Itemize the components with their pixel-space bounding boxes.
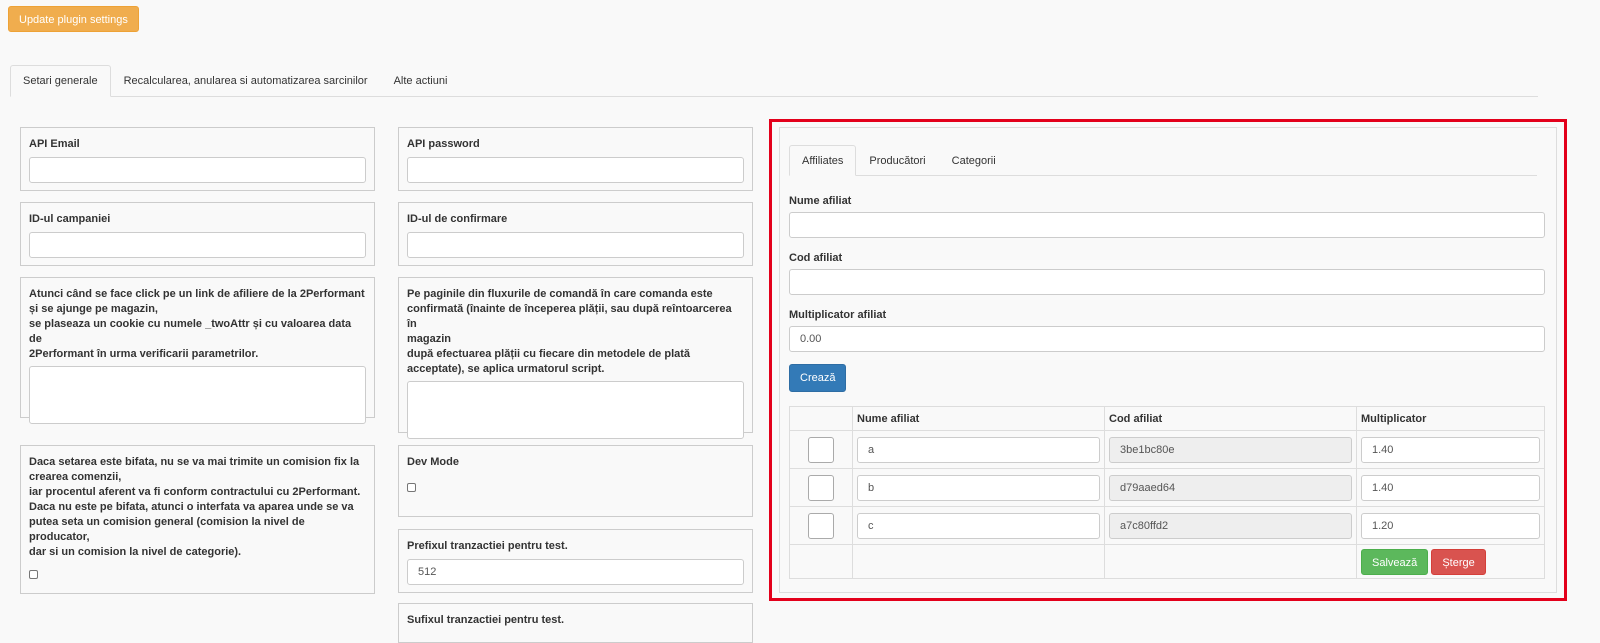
api-password-label: API password [407, 138, 480, 150]
commission-panel: Affiliates Producători Categorii Nume af… [779, 127, 1557, 593]
description-line: iar procentul aferent va fi conform cont… [29, 486, 361, 498]
confirmation-id-panel: ID-ul de confirmare [398, 202, 753, 266]
cookie-script-panel: Atunci când se face click pe un link de … [20, 277, 375, 424]
dev-mode-checkbox[interactable] [407, 483, 416, 492]
affiliate-code-label: Cod afiliat [789, 252, 843, 264]
column-header: Nume afiliat [852, 406, 1105, 431]
affiliate-multiplier-input[interactable] [789, 326, 1545, 352]
row-multiplier-input[interactable] [1361, 474, 1540, 501]
table-row [789, 430, 1545, 469]
tab-producatori[interactable]: Producători [856, 145, 938, 176]
test-prefix-panel: Prefixul tranzactiei pentru test. [398, 529, 753, 593]
table-actions-row: Salvează Șterge [789, 544, 1545, 579]
description-line: confirmată (înainte de începerea plății,… [407, 303, 732, 330]
description-line: crearea comenzii, [29, 471, 122, 483]
row-code-input [1109, 436, 1352, 463]
affiliate-name-label: Nume afiliat [789, 195, 852, 207]
api-email-panel: API Email [20, 127, 375, 191]
affiliate-name-input[interactable] [789, 212, 1545, 238]
confirmation-id-label: ID-ul de confirmare [407, 213, 508, 225]
description-line: 2Performant în urma verificarii parametr… [29, 348, 259, 360]
confirmation-id-input[interactable] [407, 232, 744, 258]
campaign-id-panel: ID-ul campaniei [20, 202, 375, 266]
confirm-script-textarea[interactable] [407, 381, 744, 439]
create-affiliate-button[interactable]: Crează [789, 364, 847, 392]
campaign-id-input[interactable] [29, 232, 366, 258]
tab-alte-actiuni[interactable]: Alte actiuni [381, 65, 461, 97]
delete-button[interactable]: Șterge [1431, 548, 1486, 575]
save-button[interactable]: Salvează [1361, 548, 1429, 575]
column-header [789, 406, 853, 431]
description-line: după efectuarea plății cu fiecare din me… [407, 348, 691, 360]
test-prefix-input[interactable] [407, 559, 744, 585]
row-code-input [1109, 474, 1352, 501]
fixed-commission-panel: Daca setarea este bifata, nu se va mai t… [20, 445, 375, 594]
cookie-script-textarea[interactable] [29, 366, 366, 424]
column-header: Cod afiliat [1104, 406, 1357, 431]
tab-categorii[interactable]: Categorii [939, 145, 1009, 176]
dev-mode-panel: Dev Mode [398, 445, 753, 517]
campaign-id-label: ID-ul campaniei [29, 213, 111, 225]
description-line: acceptate), se aplica urmatorul script. [407, 363, 605, 375]
api-email-label: API Email [29, 138, 80, 150]
description-line: Pe paginile din fluxurile de comandă în … [407, 288, 713, 300]
cookie-script-description: Atunci când se face click pe un link de … [29, 287, 366, 362]
description-line: și se ajunge pe magazin, [29, 303, 158, 315]
table-header-row: Nume afiliat Cod afiliat Multiplicator [789, 406, 1545, 431]
description-line: se plaseaza un cookie cu numele _twoAttr… [29, 318, 352, 345]
test-prefix-label: Prefixul tranzactiei pentru test. [407, 540, 568, 552]
dev-mode-label: Dev Mode [407, 456, 459, 468]
test-suffix-label: Sufixul tranzactiei pentru test. [407, 614, 565, 626]
row-code-input [1109, 512, 1352, 539]
row-name-input[interactable] [857, 436, 1100, 463]
table-row [789, 506, 1545, 545]
row-name-input[interactable] [857, 512, 1100, 539]
commission-tabs: Affiliates Producători Categorii [789, 145, 1537, 176]
confirm-script-description: Pe paginile din fluxurile de comandă în … [407, 287, 744, 377]
row-multiplier-input[interactable] [1361, 512, 1540, 539]
affiliate-multiplier-label: Multiplicator afiliat [789, 309, 887, 321]
description-line: magazin [407, 333, 452, 345]
row-select-checkbox[interactable] [808, 474, 834, 501]
update-plugin-settings-button[interactable]: Update plugin settings [8, 6, 139, 32]
row-select-checkbox[interactable] [808, 436, 834, 463]
main-tabs: Setari generale Recalcularea, anularea s… [10, 65, 1538, 97]
api-email-input[interactable] [29, 157, 366, 183]
test-suffix-panel: Sufixul tranzactiei pentru test. [398, 603, 753, 643]
affiliates-table: Nume afiliat Cod afiliat Multiplicator a… [789, 406, 1545, 579]
row-name-input[interactable] [857, 474, 1100, 501]
description-line: putea seta un comision general (comision… [29, 516, 305, 543]
row-multiplier-input[interactable] [1361, 436, 1540, 463]
fixed-commission-checkbox[interactable] [29, 570, 38, 579]
api-password-panel: API password [398, 127, 753, 191]
confirm-script-panel: Pe paginile din fluxurile de comandă în … [398, 277, 753, 439]
column-header: Multiplicator [1356, 406, 1545, 431]
description-line: Daca nu este pe bifata, atunci o interfa… [29, 501, 354, 513]
tab-setari-generale[interactable]: Setari generale [10, 65, 111, 97]
description-line: Daca setarea este bifata, nu se va mai t… [29, 456, 360, 468]
affiliate-code-input[interactable] [789, 269, 1545, 295]
api-password-input[interactable] [407, 157, 744, 183]
tab-affiliates[interactable]: Affiliates [789, 145, 857, 176]
fixed-commission-description: Daca setarea este bifata, nu se va mai t… [29, 455, 366, 560]
description-line: dar si un comision la nivel de categorie… [29, 546, 242, 558]
table-row [789, 468, 1545, 507]
tab-recalculare[interactable]: Recalcularea, anularea si automatizarea … [111, 65, 381, 97]
row-select-checkbox[interactable] [808, 512, 834, 539]
description-line: Atunci când se face click pe un link de … [29, 288, 365, 300]
